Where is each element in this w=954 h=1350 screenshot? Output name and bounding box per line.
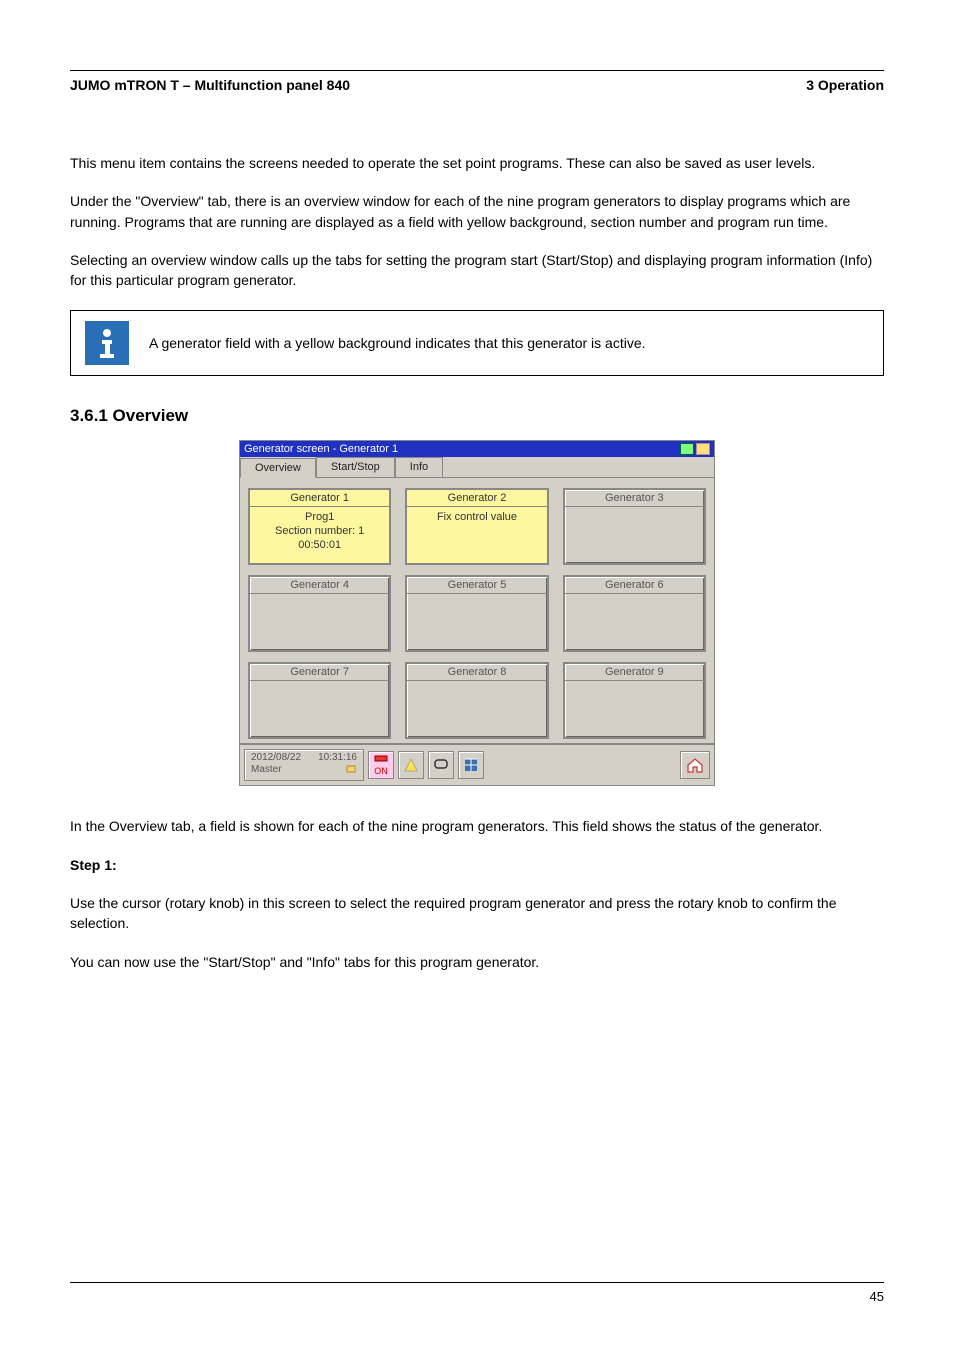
after-para-2: Use the cursor (rotary knob) in this scr… xyxy=(70,893,884,934)
generator-card-2[interactable]: Generator 2Fix control value xyxy=(405,488,548,565)
generator-card-title: Generator 5 xyxy=(407,577,546,594)
generator-card-title: Generator 7 xyxy=(250,664,389,681)
generator-card-title: Generator 2 xyxy=(407,490,546,507)
titlebar-icons xyxy=(680,443,710,455)
status-time: 10:31:16 xyxy=(318,752,357,764)
window-title: Generator screen - Generator 1 xyxy=(244,443,398,455)
tab-overview[interactable]: Overview xyxy=(240,458,316,478)
generator-card-6[interactable]: Generator 6 xyxy=(563,575,706,652)
generator-card-body xyxy=(565,594,704,650)
section-heading: 3.6.1 Overview xyxy=(70,406,884,426)
generator-card-title: Generator 9 xyxy=(565,664,704,681)
recording-on-indicator: ON xyxy=(368,751,394,779)
generator-card-1[interactable]: Generator 1Prog1Section number: 100:50:0… xyxy=(248,488,391,565)
status-date: 2012/08/22 xyxy=(251,752,301,764)
flag-button[interactable] xyxy=(458,751,484,779)
header-left: 3 Operation xyxy=(806,77,884,93)
page-footer: 45 xyxy=(70,1282,884,1304)
keyboard-icon xyxy=(696,443,710,455)
generator-card-body xyxy=(565,507,704,563)
generator-card-3[interactable]: Generator 3 xyxy=(563,488,706,565)
overview-para-1: Under the "Overview" tab, there is an ov… xyxy=(70,191,884,232)
generator-card-body: Prog1Section number: 100:50:01 xyxy=(250,507,389,563)
generator-card-title: Generator 4 xyxy=(250,577,389,594)
generator-card-body xyxy=(407,681,546,737)
generator-card-title: Generator 3 xyxy=(565,490,704,507)
intro-para: This menu item contains the screens need… xyxy=(70,153,884,173)
tab-start-stop[interactable]: Start/Stop xyxy=(316,457,395,477)
generator-card-title: Generator 1 xyxy=(250,490,389,507)
generator-card-title: Generator 8 xyxy=(407,664,546,681)
alarm-button[interactable] xyxy=(398,751,424,779)
info-callout: A generator field with a yellow backgrou… xyxy=(70,310,884,376)
generator-card-5[interactable]: Generator 5 xyxy=(405,575,548,652)
status-bar: 2012/08/22 Master 10:31:16 ON xyxy=(240,743,714,785)
generator-card-body xyxy=(250,681,389,737)
generator-card-body xyxy=(250,594,389,650)
generator-card-body: Fix control value xyxy=(407,507,546,563)
generator-card-7[interactable]: Generator 7 xyxy=(248,662,391,739)
generator-card-title: Generator 6 xyxy=(565,577,704,594)
generator-card-4[interactable]: Generator 4 xyxy=(248,575,391,652)
info-icon xyxy=(85,321,129,365)
after-para-3: You can now use the "Start/Stop" and "In… xyxy=(70,952,884,972)
status-user: Master xyxy=(251,764,301,776)
after-para-1: In the Overview tab, a field is shown fo… xyxy=(70,816,884,836)
page-number: 45 xyxy=(870,1289,884,1304)
tab-info[interactable]: Info xyxy=(395,457,443,477)
message-button[interactable] xyxy=(428,751,454,779)
header-right: JUMO mTRON T – Multifunction panel 840 xyxy=(70,77,350,93)
tabs-row: Overview Start/Stop Info xyxy=(240,457,714,477)
info-text: A generator field with a yellow backgrou… xyxy=(149,335,646,351)
status-datetime: 2012/08/22 Master 10:31:16 xyxy=(244,749,364,781)
generator-grid: Generator 1Prog1Section number: 100:50:0… xyxy=(240,477,714,743)
generator-card-9[interactable]: Generator 9 xyxy=(563,662,706,739)
login-icon xyxy=(318,764,357,778)
generator-screenshot: Generator screen - Generator 1 Overview … xyxy=(239,440,715,786)
home-button[interactable] xyxy=(680,751,710,779)
generator-card-body xyxy=(407,594,546,650)
status-led-icon xyxy=(680,443,694,455)
window-titlebar: Generator screen - Generator 1 xyxy=(240,441,714,457)
generator-card-body xyxy=(565,681,704,737)
generator-card-8[interactable]: Generator 8 xyxy=(405,662,548,739)
overview-para-2: Selecting an overview window calls up th… xyxy=(70,250,884,291)
step-label: Step 1: xyxy=(70,857,117,873)
